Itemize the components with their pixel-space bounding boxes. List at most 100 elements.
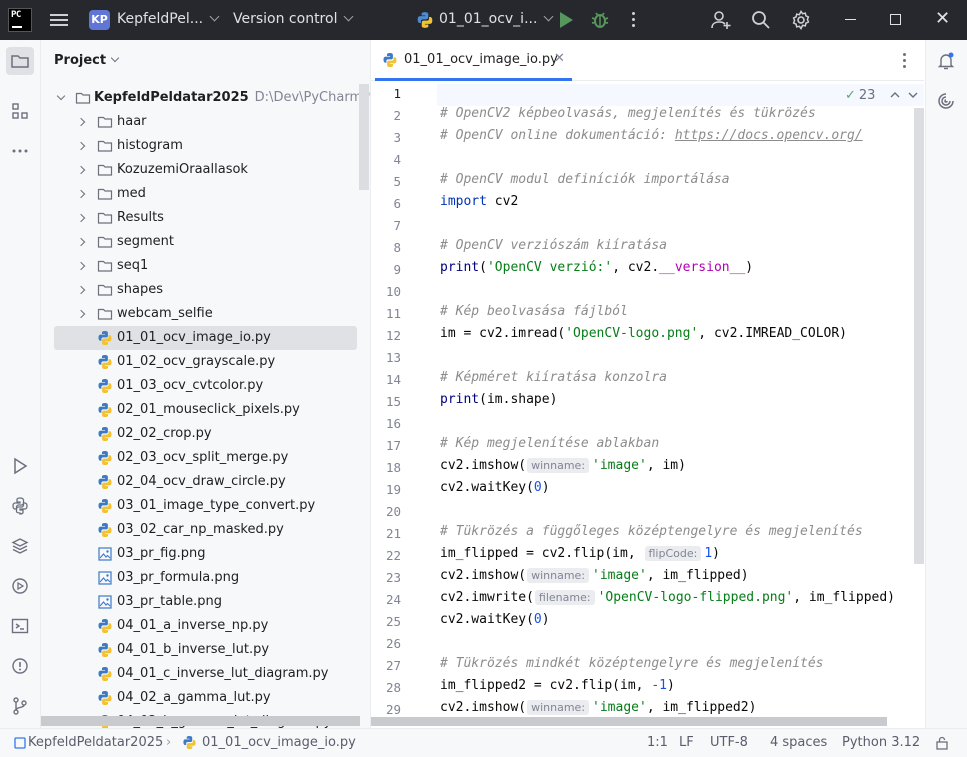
editor: 01_01_ocv_image_io.py ✕ ✓ 23 1 2 3 4 5 6 7 8 9 10 1…: [371, 40, 924, 728]
breadcrumb-file[interactable]: 01_01_ocv_image_io.py: [202, 735, 356, 750]
problems-tool-button[interactable]: [6, 652, 34, 680]
tree-item-label: shapes: [117, 282, 164, 297]
current-line-highlight: [371, 84, 924, 106]
project-panel-header[interactable]: Project: [54, 53, 120, 68]
python-console-icon: [12, 497, 28, 515]
tree-item-label: haar: [117, 114, 147, 129]
project-tool-button[interactable]: [6, 47, 34, 75]
project-switcher[interactable]: KepfeldPel...: [117, 11, 220, 27]
chevron-down-icon: [543, 11, 554, 22]
editor-horizontal-scrollbar[interactable]: [371, 717, 887, 726]
add-user-icon[interactable]: [710, 9, 732, 31]
indent-setting[interactable]: 4 spaces: [770, 735, 827, 750]
folder-icon: [75, 92, 91, 104]
line-number: 19: [385, 482, 401, 497]
close-tab-icon[interactable]: ✕: [554, 51, 565, 66]
python-interpreter[interactable]: Python 3.12: [842, 735, 920, 750]
tree-item-label: segment: [117, 234, 175, 249]
tree-item-label: 03_pr_table.png: [117, 594, 222, 609]
python-file-icon: [97, 474, 113, 490]
project-vertical-scrollbar[interactable]: [359, 84, 369, 190]
gear-icon[interactable]: [790, 9, 812, 31]
line-number: 8: [393, 240, 401, 255]
run-configuration-selector[interactable]: 01_01_ocv_i...: [439, 11, 554, 27]
more-tools-button[interactable]: [6, 137, 34, 165]
file-encoding[interactable]: UTF-8: [710, 735, 748, 750]
code-line: print(im.shape): [440, 392, 558, 407]
tree-item-label: 04_01_b_inverse_lut.py: [117, 642, 270, 657]
caret-position[interactable]: 1:1: [647, 735, 668, 750]
line-number: 23: [385, 570, 401, 585]
project-badge[interactable]: KP: [89, 10, 110, 30]
project-panel: Project KepfeldPeldatar2025 D:\Dev\PyChar…: [41, 40, 371, 728]
tree-item-label: 02_02_crop.py: [117, 426, 212, 441]
notifications-icon[interactable]: [936, 51, 956, 71]
line-number: 11: [385, 306, 401, 321]
breadcrumb-separator: ›: [166, 735, 172, 750]
docs-link[interactable]: https://docs.opencv.org/: [675, 128, 863, 143]
search-icon[interactable]: [750, 9, 772, 31]
line-number: 3: [393, 130, 401, 145]
code-line: cv2.imshow(winname:'image', im_flipped2): [440, 700, 757, 715]
tree-item-label: 03_01_image_type_convert.py: [117, 498, 316, 513]
terminal-icon: [11, 618, 29, 634]
tree-item-label: med: [117, 186, 146, 201]
line-number: 5: [393, 174, 401, 189]
python-console-button[interactable]: [6, 492, 34, 520]
chevron-right-icon: [76, 141, 86, 151]
services-icon: [12, 578, 28, 594]
hamburger-menu-icon[interactable]: [50, 12, 68, 28]
editor-vertical-scrollbar[interactable]: [914, 108, 924, 564]
code-line: cv2.imshow(winname:'image', im_flipped): [440, 568, 749, 583]
run-tool-button[interactable]: [6, 452, 34, 480]
git-tool-button[interactable]: [6, 692, 34, 720]
inspection-widget[interactable]: ✓ 23: [845, 88, 875, 103]
tree-item-label: 03_pr_fig.png: [117, 546, 206, 561]
line-number: 1: [393, 86, 401, 101]
code-line: # OpenCV modul definíciók importálása: [440, 172, 730, 187]
chevron-right-icon: [76, 261, 86, 271]
python-file-icon: [417, 12, 433, 28]
code-line: im_flipped2 = cv2.flip(im, -1): [440, 678, 675, 693]
version-control-menu[interactable]: Version control: [233, 11, 354, 27]
breadcrumb-project[interactable]: KepfeldPeldatar2025: [28, 735, 163, 750]
right-tool-strip: [925, 40, 967, 728]
python-file-icon: [97, 618, 113, 634]
tree-item-label: 04_01_c_inverse_lut_diagram.py: [117, 666, 329, 681]
pycharm-logo-icon: PC: [8, 8, 32, 32]
folder-icon: [11, 55, 29, 68]
ai-assistant-icon[interactable]: [936, 91, 956, 111]
chevron-right-icon: [76, 117, 86, 127]
code-line: im = cv2.imread('OpenCV-logo.png', cv2.I…: [440, 326, 848, 341]
run-icon[interactable]: [560, 12, 573, 28]
more-actions-icon[interactable]: [632, 12, 636, 28]
inspection-nav-icons[interactable]: [887, 88, 921, 102]
python-file-icon: [97, 378, 113, 394]
close-icon[interactable]: ✕: [935, 10, 951, 28]
line-number: 4: [393, 152, 401, 167]
tree-item-label: 04_02_a_gamma_lut.py: [117, 690, 271, 705]
maximize-icon[interactable]: [890, 14, 901, 25]
terminal-tool-button[interactable]: [6, 612, 34, 640]
tree-item-label: KozuzemiOraallasok: [117, 162, 248, 177]
code-line: # Tükrözés a függőleges középtengelyre é…: [440, 524, 863, 539]
line-ending[interactable]: LF: [679, 735, 694, 750]
tab-more-icon[interactable]: [903, 53, 907, 69]
minimize-icon[interactable]: [845, 19, 856, 20]
parameter-hint: winname:: [527, 700, 590, 715]
services-tool-button[interactable]: [6, 572, 34, 600]
python-file-icon: [97, 498, 113, 514]
project-horizontal-scrollbar[interactable]: [41, 716, 360, 726]
editor-tab[interactable]: 01_01_ocv_image_io.py ✕: [371, 40, 565, 80]
code-line: # Kép megjelenítése ablakban: [440, 436, 660, 451]
packages-tool-button[interactable]: [6, 532, 34, 560]
lock-icon[interactable]: [935, 736, 949, 754]
tree-root-label: KepfeldPeldatar2025D:\Dev\PyCharmProject: [94, 86, 370, 110]
folder-icon: [97, 186, 113, 202]
line-number: 12: [385, 328, 401, 343]
more-horizontal-icon: [12, 149, 28, 153]
structure-tool-button[interactable]: [6, 97, 34, 125]
chevron-down-icon: [209, 11, 220, 22]
debug-icon[interactable]: [590, 9, 610, 31]
structure-icon: [12, 103, 28, 119]
